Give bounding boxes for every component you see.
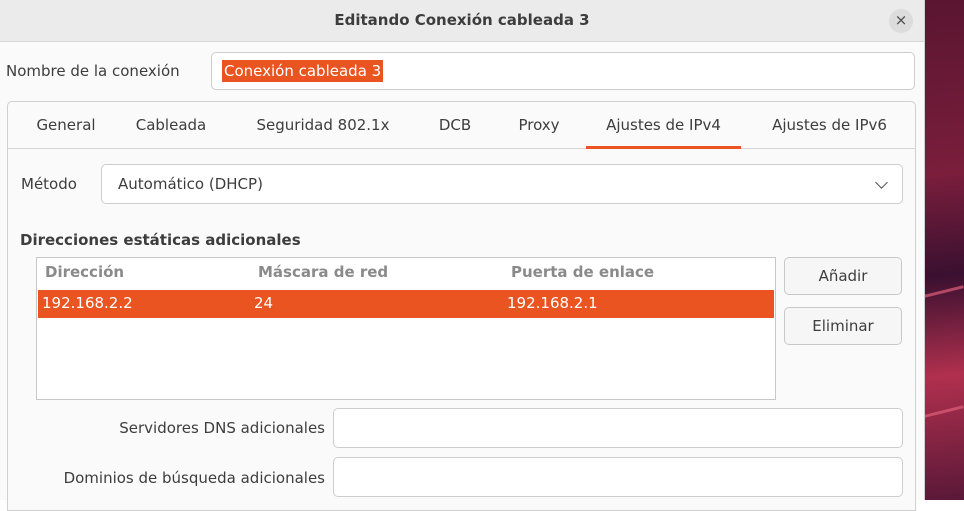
search-domains-label: Dominios de búsqueda adicionales bbox=[63, 469, 325, 487]
connection-name-value: Conexión cableada 3 bbox=[222, 60, 384, 82]
cell-gateway[interactable]: 192.168.2.1 bbox=[507, 294, 598, 312]
addresses-table[interactable]: Dirección Máscara de red Puerta de enlac… bbox=[36, 257, 776, 400]
table-row[interactable]: 192.168.2.2 24 192.168.2.1 bbox=[38, 290, 774, 318]
tab-ipv4-settings[interactable]: Ajustes de IPv4 bbox=[586, 102, 741, 149]
wallpaper-streak bbox=[924, 405, 964, 418]
desktop-background bbox=[924, 0, 964, 500]
column-header-gateway[interactable]: Puerta de enlace bbox=[511, 263, 654, 281]
tab-security-8021x[interactable]: Seguridad 802.1x bbox=[248, 102, 398, 148]
tab-bar: General Cableada Seguridad 802.1x DCB Pr… bbox=[8, 102, 915, 149]
title-bar[interactable]: Editando Conexión cableada 3 × bbox=[0, 0, 924, 42]
connection-name-input[interactable]: Conexión cableada 3 bbox=[211, 52, 915, 90]
connection-name-label: Nombre de la conexión bbox=[6, 62, 180, 80]
column-header-netmask[interactable]: Máscara de red bbox=[258, 263, 388, 281]
tab-ipv6-settings[interactable]: Ajustes de IPv6 bbox=[757, 102, 902, 148]
method-dropdown[interactable]: Automático (DHCP) bbox=[101, 164, 903, 204]
static-addresses-heading: Direcciones estáticas adicionales bbox=[20, 231, 301, 249]
tab-dcb[interactable]: DCB bbox=[429, 102, 481, 148]
settings-notebook: General Cableada Seguridad 802.1x DCB Pr… bbox=[7, 101, 916, 511]
tab-proxy[interactable]: Proxy bbox=[507, 102, 571, 148]
method-value: Automático (DHCP) bbox=[118, 175, 263, 193]
wallpaper-streak bbox=[924, 285, 964, 298]
tab-wired[interactable]: Cableada bbox=[128, 102, 214, 148]
tab-general[interactable]: General bbox=[28, 102, 104, 148]
window-title: Editando Conexión cableada 3 bbox=[334, 11, 590, 29]
dns-servers-input[interactable] bbox=[333, 408, 903, 448]
add-button[interactable]: Añadir bbox=[784, 257, 902, 295]
remove-button[interactable]: Eliminar bbox=[784, 307, 902, 345]
dns-servers-label: Servidores DNS adicionales bbox=[119, 419, 325, 437]
search-domains-input[interactable] bbox=[333, 457, 903, 497]
chevron-down-icon bbox=[875, 176, 888, 189]
cell-address[interactable]: 192.168.2.2 bbox=[42, 294, 133, 312]
close-icon[interactable]: × bbox=[889, 9, 913, 33]
cell-netmask[interactable]: 24 bbox=[254, 294, 273, 312]
column-header-address[interactable]: Dirección bbox=[45, 263, 124, 281]
edit-connection-dialog: Editando Conexión cableada 3 × Nombre de… bbox=[0, 0, 925, 511]
method-label: Método bbox=[21, 175, 77, 193]
